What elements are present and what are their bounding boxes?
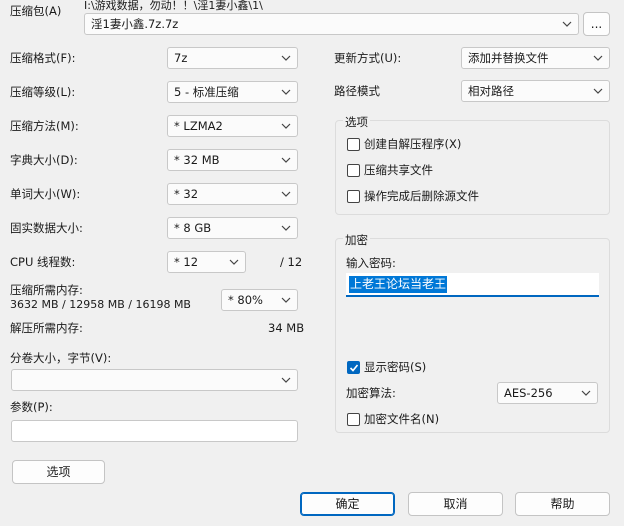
solid-value: * 8 GB <box>174 221 212 235</box>
archive-name-combo[interactable]: 淫1妻小鑫.7z.7z <box>84 13 579 35</box>
encrypt-group-title: 加密 <box>343 232 370 248</box>
help-button[interactable]: 帮助 <box>515 492 610 516</box>
chevron-down-icon <box>562 19 572 29</box>
volume-select[interactable] <box>11 369 298 391</box>
encrypt-method-select[interactable]: AES-256 <box>497 382 598 404</box>
dict-select[interactable]: * 32 MB <box>167 149 298 171</box>
encrypt-names-checkbox[interactable] <box>347 413 360 426</box>
method-value: * LZMA2 <box>174 119 223 133</box>
update-label: 更新方式(U): <box>334 51 402 65</box>
word-select[interactable]: * 32 <box>167 183 298 205</box>
cpu-value: * 12 <box>174 255 199 269</box>
chevron-down-icon <box>593 86 603 96</box>
word-value: * 32 <box>174 187 199 201</box>
level-value: 5 - 标准压缩 <box>174 85 239 99</box>
mem-compress-label: 压缩所需内存: <box>10 283 83 297</box>
chevron-down-icon <box>581 388 591 398</box>
path-mode-value: 相对路径 <box>468 84 514 98</box>
params-label: 参数(P): <box>10 400 53 414</box>
password-label: 输入密码: <box>346 256 396 270</box>
cpu-total: / 12 <box>280 255 303 269</box>
password-value: 上老王论坛当老王 <box>349 276 448 293</box>
cpu-label: CPU 线程数: <box>10 255 76 269</box>
method-select[interactable]: * LZMA2 <box>167 115 298 137</box>
format-value: 7z <box>174 51 188 65</box>
dict-label: 字典大小(D): <box>10 153 78 167</box>
archive-name-value: 淫1妻小鑫.7z.7z <box>91 17 179 31</box>
word-label: 单词大小(W): <box>10 187 81 201</box>
check-icon <box>349 364 359 372</box>
params-input[interactable] <box>11 420 298 442</box>
shared-checkbox[interactable] <box>347 164 360 177</box>
solid-select[interactable]: * 8 GB <box>167 217 298 239</box>
cpu-select[interactable]: * 12 <box>167 251 246 273</box>
options-button[interactable]: 选项 <box>12 460 105 484</box>
level-label: 压缩等级(L): <box>10 85 76 99</box>
format-select[interactable]: 7z <box>167 47 298 69</box>
delete-label: 操作完成后删除源文件 <box>364 189 479 203</box>
volume-label: 分卷大小，字节(V): <box>10 351 112 365</box>
dict-value: * 32 MB <box>174 153 220 167</box>
archive-label: 压缩包(A) <box>10 4 62 18</box>
chevron-down-icon <box>229 257 239 267</box>
mem-compress-value: * 80% <box>228 293 263 307</box>
sfx-label: 创建自解压程序(X) <box>364 137 462 151</box>
chevron-down-icon <box>281 155 291 165</box>
chevron-down-icon <box>281 223 291 233</box>
update-value: 添加并替换文件 <box>468 51 549 65</box>
show-password-checkbox[interactable] <box>347 361 360 374</box>
chevron-down-icon <box>593 53 603 63</box>
encrypt-method-value: AES-256 <box>504 386 553 400</box>
chevron-down-icon <box>281 295 291 305</box>
mem-decompress-label: 解压所需内存: <box>10 321 83 335</box>
delete-checkbox[interactable] <box>347 190 360 203</box>
solid-label: 固实数据大小: <box>10 221 83 235</box>
chevron-down-icon <box>281 53 291 63</box>
show-password-label: 显示密码(S) <box>364 360 427 374</box>
encrypt-method-label: 加密算法: <box>346 386 396 400</box>
browse-button[interactable]: ... <box>583 12 610 36</box>
chevron-down-icon <box>281 87 291 97</box>
update-select[interactable]: 添加并替换文件 <box>461 47 610 69</box>
ok-button[interactable]: 确定 <box>300 492 395 516</box>
chevron-down-icon <box>281 375 291 385</box>
shared-label: 压缩共享文件 <box>364 163 433 177</box>
mem-compress-detail: 3632 MB / 12958 MB / 16198 MB <box>10 298 191 311</box>
format-label: 压缩格式(F): <box>10 51 76 65</box>
options-group-title: 选项 <box>343 114 370 130</box>
chevron-down-icon <box>281 121 291 131</box>
cancel-button[interactable]: 取消 <box>408 492 503 516</box>
mem-decompress-value: 34 MB <box>268 321 305 335</box>
sfx-checkbox[interactable] <box>347 138 360 151</box>
path-mode-label: 路径模式 <box>334 84 380 98</box>
level-select[interactable]: 5 - 标准压缩 <box>167 81 298 103</box>
encrypt-names-label: 加密文件名(N) <box>364 412 440 426</box>
method-label: 压缩方法(M): <box>10 119 79 133</box>
path-mode-select[interactable]: 相对路径 <box>461 80 610 102</box>
chevron-down-icon <box>281 189 291 199</box>
mem-compress-select[interactable]: * 80% <box>221 289 298 311</box>
password-input[interactable]: 上老王论坛当老王 <box>346 273 599 297</box>
archive-path: I:\游戏数据，勿动！！\淫1妻小鑫\1\ <box>84 0 263 12</box>
